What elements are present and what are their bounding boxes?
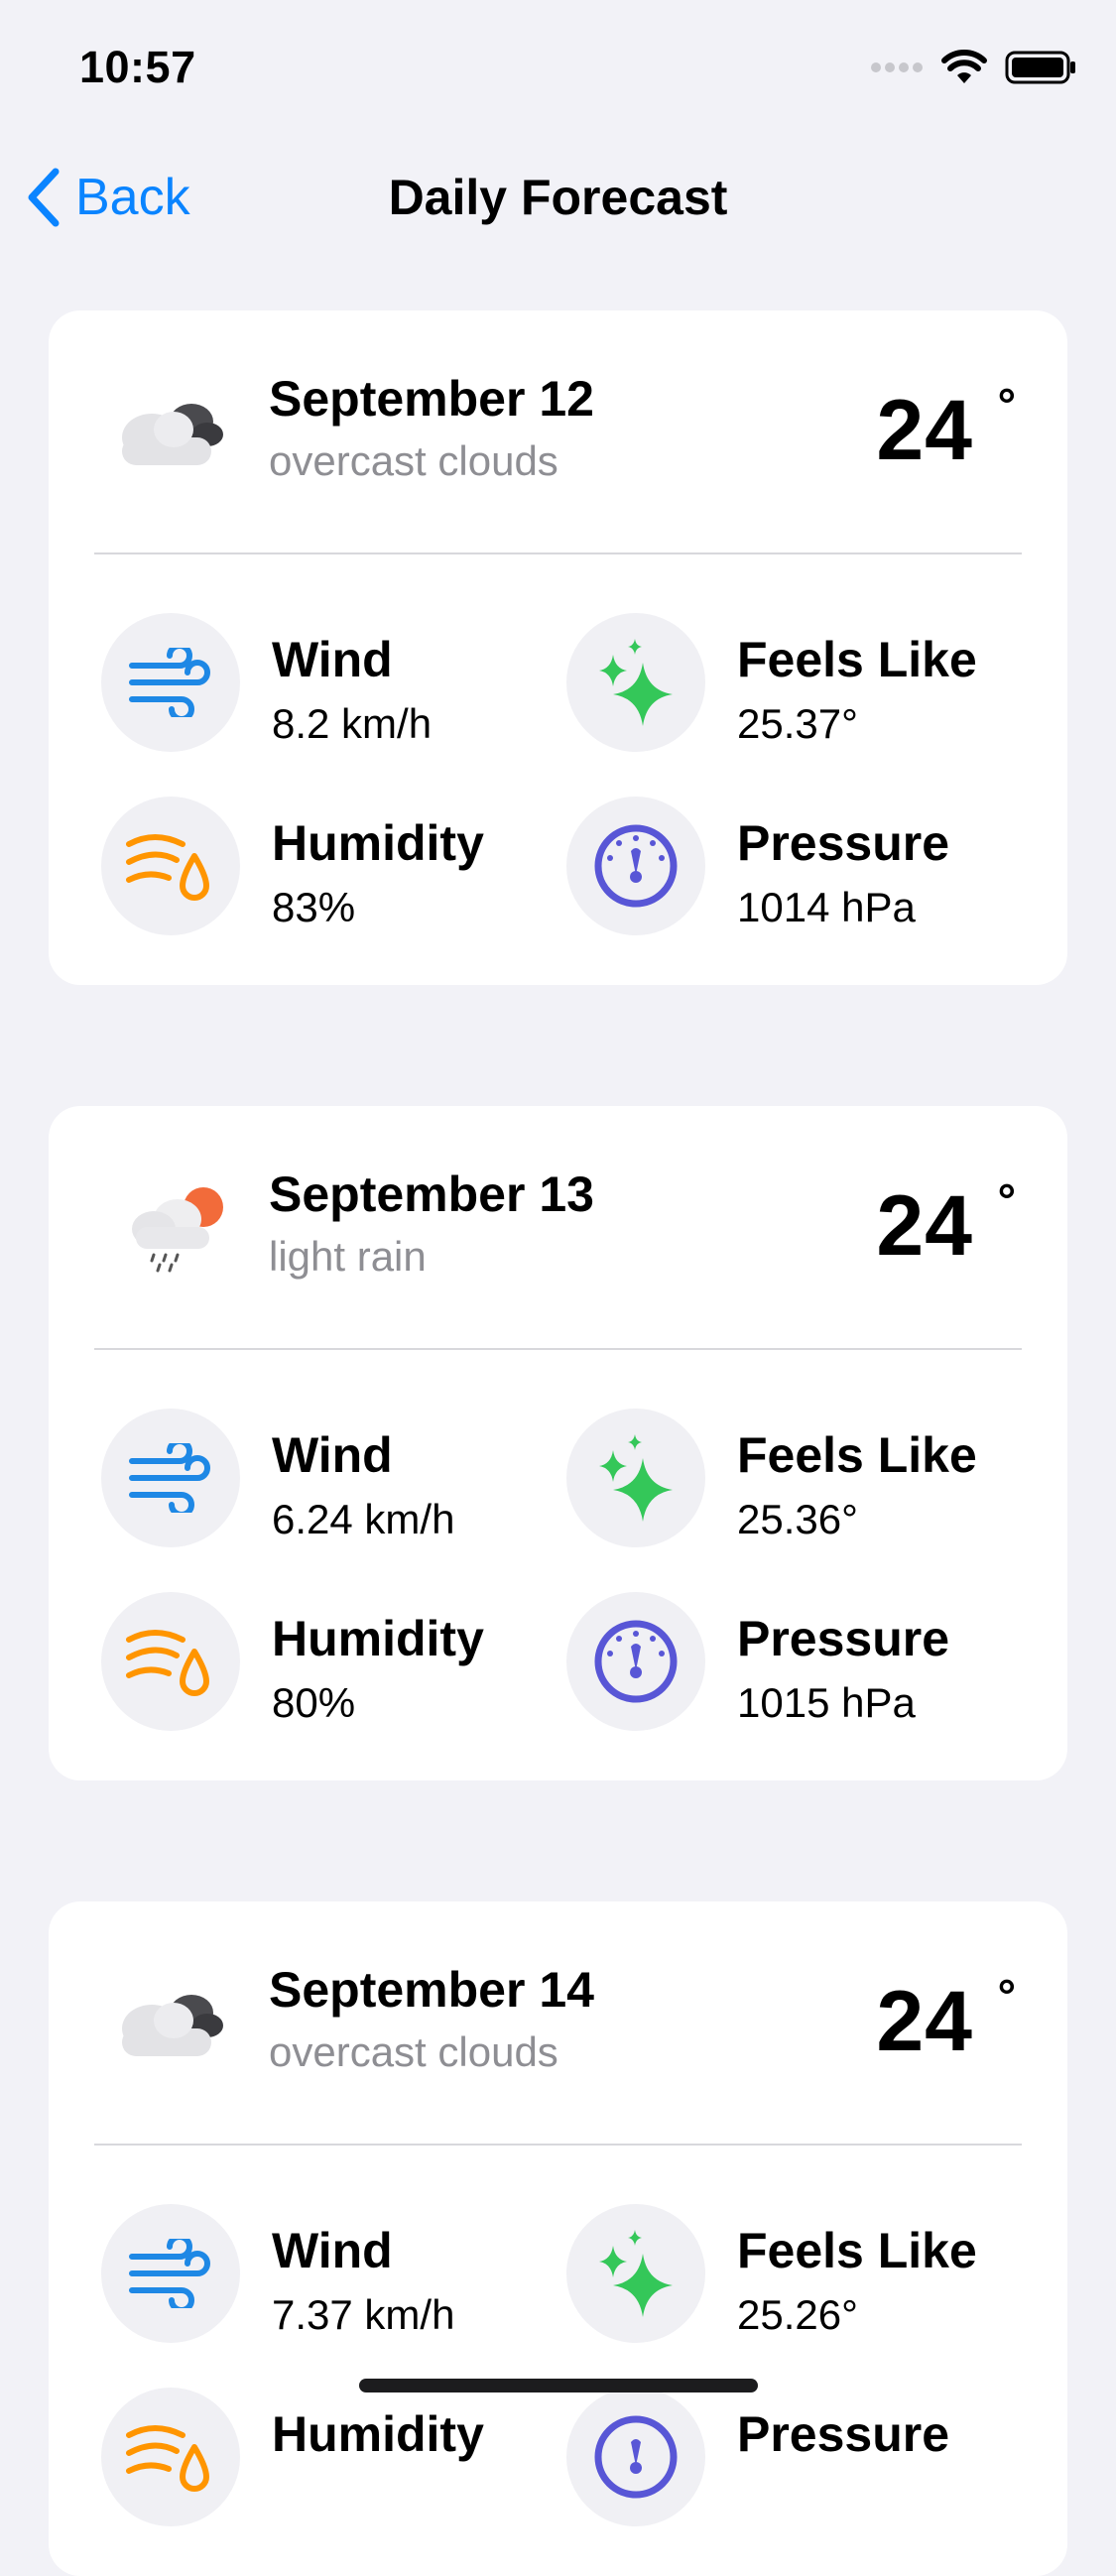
humidity-icon <box>126 2425 209 2492</box>
humidity-metric: Humidity 80% <box>101 1592 518 1741</box>
humidity-icon-circle <box>101 1592 240 1731</box>
feels-like-metric: Feels Like 25.36° <box>566 1409 983 1557</box>
wind-icon <box>129 2239 210 2308</box>
gauge-icon <box>594 1620 678 1703</box>
pressure-icon-circle <box>566 1592 705 1731</box>
card-header: September 12 overcast clouds 24 ° <box>49 310 1067 553</box>
degree-symbol: ° <box>997 1174 1016 1226</box>
forecast-card[interactable]: September 13 light rain 24 ° Wind 6.24 k… <box>49 1106 1067 1780</box>
pressure-metric: Pressure 1014 hPa <box>566 797 983 945</box>
feels-like-icon-circle <box>566 2204 705 2343</box>
forecast-description: light rain <box>269 1233 427 1280</box>
overcast-clouds-icon <box>122 1995 223 2056</box>
humidity-metric: Humidity 83% <box>101 797 518 945</box>
sparkles-icon <box>599 2230 673 2317</box>
gauge-icon <box>594 824 678 908</box>
sparkles-icon <box>599 639 673 726</box>
temperature-value: 24 <box>876 383 973 478</box>
wifi-icon <box>941 50 987 83</box>
forecast-date: September 13 <box>269 1166 594 1222</box>
navigation-bar: Back Daily Forecast <box>0 149 1116 248</box>
forecast-date: September 12 <box>269 371 594 427</box>
forecast-description: overcast clouds <box>269 437 558 484</box>
feels-like-label: Feels Like <box>737 1427 977 1483</box>
overcast-clouds-icon <box>122 404 223 465</box>
feels-like-icon-circle <box>566 1409 705 1547</box>
pressure-label: Pressure <box>737 815 950 871</box>
degree-symbol: ° <box>997 379 1016 430</box>
light-rain-icon <box>132 1187 223 1273</box>
humidity-metric: Humidity <box>101 2388 518 2536</box>
humidity-icon <box>126 1630 209 1696</box>
cellular-signal-icon <box>871 62 923 72</box>
pressure-label: Pressure <box>737 2406 950 2462</box>
wind-metric: Wind 8.2 km/h <box>101 613 518 762</box>
status-icons <box>870 48 1076 87</box>
divider <box>94 2144 1022 2146</box>
pressure-label: Pressure <box>737 1611 950 1666</box>
feels-like-value: 25.37° <box>737 700 858 747</box>
gauge-icon <box>594 2415 678 2499</box>
wind-icon-circle <box>101 2204 240 2343</box>
wind-icon <box>129 648 210 717</box>
status-time: 10:57 <box>79 42 196 92</box>
humidity-label: Humidity <box>272 2406 484 2462</box>
feels-like-icon-circle <box>566 613 705 752</box>
status-bar: 10:57 <box>0 0 1116 139</box>
feels-like-value: 25.26° <box>737 2291 858 2338</box>
pressure-metric: Pressure 1015 hPa <box>566 1592 983 1741</box>
temperature-value: 24 <box>876 1974 973 2069</box>
wind-label: Wind <box>272 1427 393 1483</box>
forecast-card[interactable]: September 14 overcast clouds 24 ° Wind 7… <box>49 1901 1067 2576</box>
wind-metric: Wind 6.24 km/h <box>101 1409 518 1557</box>
humidity-value: 83% <box>272 884 356 930</box>
pressure-value: 1014 hPa <box>737 884 916 930</box>
feels-like-metric: Feels Like 25.37° <box>566 613 983 762</box>
wind-value: 8.2 km/h <box>272 700 433 747</box>
forecast-description: overcast clouds <box>269 2028 558 2075</box>
home-indicator[interactable] <box>359 2379 758 2392</box>
card-header: September 14 overcast clouds 24 ° <box>49 1901 1067 2145</box>
wind-label: Wind <box>272 2223 393 2278</box>
wind-icon-circle <box>101 613 240 752</box>
feels-like-metric: Feels Like 25.26° <box>566 2204 983 2353</box>
wind-icon <box>129 1443 210 1513</box>
temperature-value: 24 <box>876 1178 973 1274</box>
wind-icon-circle <box>101 1409 240 1547</box>
feels-like-value: 25.36° <box>737 1496 858 1542</box>
pressure-icon-circle <box>566 797 705 935</box>
humidity-icon <box>126 834 209 901</box>
degree-symbol: ° <box>997 1970 1016 2022</box>
forecast-date: September 14 <box>269 1962 594 2018</box>
humidity-icon-circle <box>101 2388 240 2526</box>
divider <box>94 552 1022 554</box>
humidity-label: Humidity <box>272 815 484 871</box>
wind-label: Wind <box>272 632 393 687</box>
divider <box>94 1348 1022 1350</box>
wind-value: 6.24 km/h <box>272 1496 455 1542</box>
forecast-card[interactable]: September 12 overcast clouds 24 ° Wind 8… <box>49 310 1067 985</box>
card-header: September 13 light rain 24 ° <box>49 1106 1067 1349</box>
page-title: Daily Forecast <box>388 170 728 225</box>
pressure-metric: Pressure <box>566 2388 983 2536</box>
wind-metric: Wind 7.37 km/h <box>101 2204 518 2353</box>
humidity-icon-circle <box>101 797 240 935</box>
humidity-label: Humidity <box>272 1611 484 1666</box>
humidity-value: 80% <box>272 1679 356 1726</box>
battery-icon <box>1005 51 1075 84</box>
sparkles-icon <box>599 1434 673 1522</box>
pressure-icon-circle <box>566 2388 705 2526</box>
wind-value: 7.37 km/h <box>272 2291 455 2338</box>
feels-like-label: Feels Like <box>737 2223 977 2278</box>
feels-like-label: Feels Like <box>737 632 977 687</box>
pressure-value: 1015 hPa <box>737 1679 916 1726</box>
